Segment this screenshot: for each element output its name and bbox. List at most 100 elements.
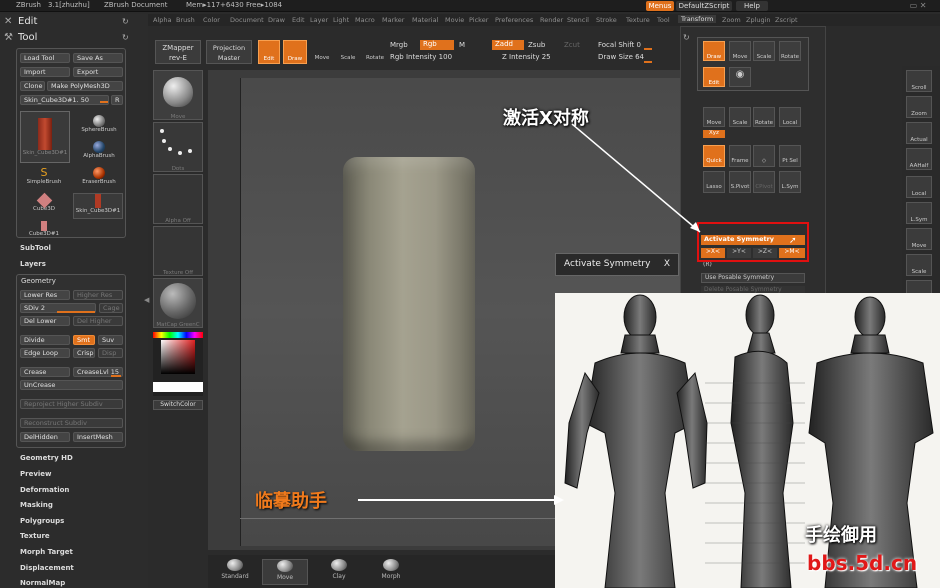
pt-sel-button[interactable]: Pt Sel [779, 145, 801, 167]
draw-mode-button[interactable]: Draw [283, 40, 307, 64]
del-lower-button[interactable]: Del Lower [20, 316, 70, 326]
texture-thumb[interactable]: Texture Off [153, 226, 203, 276]
menu-document[interactable]: Document [230, 16, 264, 24]
geometry-title[interactable]: Geometry [21, 277, 56, 285]
suv-toggle[interactable]: Suv [98, 335, 123, 345]
aahalf-button[interactable]: AAHalf [906, 148, 932, 170]
window-controls[interactable]: ▭ ✕ [900, 1, 936, 11]
menu-edit[interactable]: Edit [292, 16, 305, 24]
transform-draw-button[interactable]: Draw [703, 41, 725, 61]
brush-thumb-move[interactable]: Move [153, 70, 203, 120]
stroke-thumb-dots[interactable]: Dots [153, 122, 203, 172]
transform-rotate-button[interactable]: Rotate [779, 41, 801, 61]
rgb-toggle[interactable]: Rgb [420, 40, 454, 50]
morph-target-section[interactable]: Morph Target [20, 548, 73, 556]
posable-symmetry-button[interactable]: Use Posable Symmetry [701, 273, 805, 283]
brush-standard[interactable]: Standard [212, 559, 258, 585]
higher-res-button[interactable]: Higher Res [73, 290, 123, 300]
r-button[interactable]: R [111, 95, 123, 105]
deformation-section[interactable]: Deformation [20, 486, 69, 494]
layers-section[interactable]: Layers [20, 260, 46, 268]
brush-morph[interactable]: Morph [368, 559, 414, 585]
uncrease-button[interactable]: UnCrease [20, 380, 123, 390]
edit-palette-title[interactable]: Edit [18, 16, 37, 27]
transform-local-button[interactable]: Local [779, 107, 801, 127]
z-intensity-slider[interactable]: Z Intensity 25 [502, 53, 551, 61]
tool-item-simplebrush[interactable]: S SimpleBrush [20, 167, 68, 191]
transform-scale-small[interactable]: Scale [729, 107, 751, 127]
tool-item-alphabrush[interactable]: AlphaBrush [75, 141, 123, 165]
focal-shift-slider[interactable]: Focal Shift 0 [598, 41, 641, 49]
local-button[interactable]: Local [906, 176, 932, 198]
lower-res-button[interactable]: Lower Res [20, 290, 70, 300]
geometry-hd-section[interactable]: Geometry HD [20, 454, 73, 462]
current-tool-slider[interactable]: Skin_Cube3D#1. 50 [20, 95, 109, 105]
scale-mode-button[interactable]: Scale [336, 40, 360, 64]
texture-section[interactable]: Texture [20, 532, 50, 540]
menu-layer[interactable]: Layer [310, 16, 328, 24]
menu-alpha[interactable]: Alpha [153, 16, 171, 24]
zsub-toggle[interactable]: Zsub [528, 41, 545, 49]
save-as-button[interactable]: Save As [73, 53, 123, 63]
hue-strip[interactable] [153, 332, 203, 338]
menu-zoom[interactable]: Zoom [722, 16, 741, 24]
rotate-mode-button[interactable]: Rotate [362, 40, 388, 64]
menu-transform[interactable]: Transform [678, 15, 717, 23]
disp-slider[interactable]: Disp [98, 348, 123, 358]
camera-icon[interactable]: ◉ [729, 67, 751, 87]
menu-color[interactable]: Color [203, 16, 220, 24]
m-toggle[interactable]: M [459, 41, 465, 49]
menu-marker[interactable]: Marker [382, 16, 404, 24]
scale-button[interactable]: Scale [906, 254, 932, 276]
smt-toggle[interactable]: Smt [73, 335, 95, 345]
reproject-button[interactable]: Reproject Higher Subdiv [20, 399, 123, 409]
menu-light[interactable]: Light [333, 16, 349, 24]
lsym-button[interactable]: L.Sym [906, 202, 932, 224]
menu-stencil[interactable]: Stencil [567, 16, 589, 24]
transform-scale-button[interactable]: Scale [753, 41, 775, 61]
menu-draw[interactable]: Draw [268, 16, 285, 24]
menu-zplugin[interactable]: Zplugin [746, 16, 771, 24]
hammer-icon[interactable]: ⚒ [4, 32, 13, 43]
tool-thumb-skin-cube[interactable]: Skin_Cube3D#1 [20, 111, 70, 163]
del-higher-button[interactable]: Del Higher [73, 316, 123, 326]
normalmap-section[interactable]: NormalMap [20, 579, 65, 587]
menu-macro[interactable]: Macro [355, 16, 375, 24]
zmapper-button[interactable]: ZMapper rev-E [155, 40, 201, 64]
tool-palette-title[interactable]: Tool [18, 32, 37, 43]
actual-button[interactable]: Actual [906, 122, 932, 144]
zoom-button[interactable]: Zoom [906, 96, 932, 118]
radial-sym-toggle[interactable]: (R) [703, 261, 712, 268]
polygroups-section[interactable]: Polygroups [20, 517, 64, 525]
import-button[interactable]: Import [20, 67, 70, 77]
divide-button[interactable]: Divide [20, 335, 70, 345]
transform-edit-button[interactable]: Edit [703, 67, 725, 87]
edit-palette-icon[interactable]: ✕ [4, 16, 12, 27]
secondary-color-swatch[interactable] [153, 382, 203, 392]
move-button[interactable]: Move [906, 228, 932, 250]
rgb-intensity-slider[interactable]: Rgb Intensity 100 [390, 53, 452, 61]
cage-button[interactable]: Cage [99, 303, 123, 313]
displacement-section[interactable]: Displacement [20, 564, 74, 572]
l-sym-button[interactable]: L.Sym [779, 171, 801, 193]
transform-rotate-small[interactable]: Rotate [753, 107, 775, 127]
menu-render[interactable]: Render [540, 16, 563, 24]
edit-mode-button[interactable]: Edit [258, 40, 280, 64]
material-thumb[interactable]: MatCap GreenC [153, 278, 203, 328]
mrgb-toggle[interactable]: Mrgb [390, 41, 408, 49]
load-tool-button[interactable]: Load Tool [20, 53, 70, 63]
help-button[interactable]: Help [736, 1, 768, 11]
tool-item-spherebrush[interactable]: SphereBrush [75, 115, 123, 139]
menus-button[interactable]: Menus [646, 1, 674, 11]
make-polymesh-button[interactable]: Make PolyMesh3D [47, 81, 123, 91]
cube-view-icon[interactable]: ◇ [753, 145, 775, 167]
menu-texture[interactable]: Texture [626, 16, 650, 24]
menu-picker[interactable]: Picker [469, 16, 488, 24]
alpha-thumb[interactable]: Alpha Off [153, 174, 203, 224]
reconstruct-subdiv-button[interactable]: Reconstruct Subdiv [20, 418, 123, 428]
projection-master-button[interactable]: Projection Master [206, 40, 252, 64]
transform-move-button[interactable]: Move [729, 41, 751, 61]
crisp-toggle[interactable]: Crisp [73, 348, 95, 358]
switchcolor-button[interactable]: SwitchColor [153, 400, 203, 410]
zcut-toggle[interactable]: Zcut [564, 41, 580, 49]
